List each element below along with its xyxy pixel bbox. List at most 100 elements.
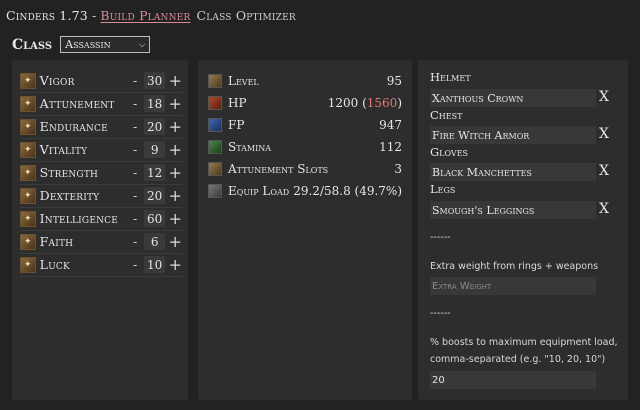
level-icon: [208, 73, 222, 88]
class-row: Class Assassin ⌵: [12, 36, 151, 53]
decrement-button[interactable]: -: [129, 74, 141, 88]
helmet-label: Helmet: [430, 70, 471, 84]
stat-row-faith: ✦ Faith - 6 +: [20, 230, 182, 254]
legs-field[interactable]: Smough's Leggings: [430, 201, 596, 219]
decrement-button[interactable]: -: [129, 120, 141, 134]
increment-button[interactable]: +: [168, 256, 182, 273]
derived-label: HP: [228, 95, 247, 110]
stat-row-dexterity: ✦ Dexterity - 20 +: [20, 184, 182, 208]
clear-gloves-button[interactable]: X: [599, 163, 609, 179]
nav-separator: -: [91, 7, 97, 23]
chevron-down-icon: ⌵: [139, 39, 146, 49]
decrement-button[interactable]: -: [129, 97, 141, 111]
derived-row-stamina: Stamina 112: [208, 136, 402, 157]
stat-value[interactable]: 60: [143, 210, 166, 227]
stamina-icon: [208, 139, 222, 154]
increment-button[interactable]: +: [168, 141, 182, 158]
stat-row-vigor: ✦ Vigor - 30 +: [20, 69, 182, 93]
vigor-icon: ✦: [20, 72, 36, 89]
increment-button[interactable]: +: [168, 187, 182, 204]
derived-value: 947: [379, 117, 402, 132]
increment-button[interactable]: +: [168, 164, 182, 181]
gloves-label: Gloves: [430, 145, 469, 159]
derived-label: FP: [228, 117, 245, 132]
derived-label: Attunement Slots: [228, 161, 329, 176]
top-nav: Cinders 1.73 - Build Planner Class Optim…: [6, 4, 296, 26]
increment-button[interactable]: +: [168, 95, 182, 112]
stat-value[interactable]: 30: [143, 72, 166, 89]
attunement-slots-icon: [208, 161, 222, 176]
increment-button[interactable]: +: [168, 72, 182, 89]
derived-value: 112: [379, 139, 402, 154]
stat-name: Vitality: [39, 142, 88, 157]
helmet-field[interactable]: Xanthous Crown: [430, 89, 596, 107]
derived-stats-panel: Level 95 HP 1200 (1560) FP 947 Stamina 1…: [198, 60, 412, 400]
derived-label: Equip Load: [228, 183, 290, 198]
tab-build-planner[interactable]: Build Planner: [100, 8, 190, 23]
decrement-button[interactable]: -: [129, 143, 141, 157]
derived-label: Stamina: [228, 139, 272, 154]
stat-name: Endurance: [39, 119, 108, 134]
tab-class-optimizer[interactable]: Class Optimizer: [196, 8, 295, 23]
stats-panel: ✦ Vigor - 30 + ✦ Attunement - 18 + ✦ End…: [12, 60, 188, 400]
divider-text: ------: [430, 308, 451, 319]
derived-value: 3: [394, 161, 402, 176]
increment-button[interactable]: +: [168, 233, 182, 250]
derived-label: Level: [228, 73, 259, 88]
stat-name: Attunement: [39, 96, 115, 111]
fp-icon: [208, 117, 222, 132]
intelligence-icon: ✦: [20, 210, 36, 227]
vitality-icon: ✦: [20, 141, 36, 158]
decrement-button[interactable]: -: [129, 212, 141, 226]
clear-helmet-button[interactable]: X: [599, 89, 609, 105]
boost-label-line-1: % boosts to maximum equipment load,: [430, 337, 618, 348]
endurance-icon: ✦: [20, 118, 36, 135]
boost-label-line-2: comma-separated (e.g. "10, 20, 10"): [430, 354, 606, 365]
class-select[interactable]: Assassin ⌵: [60, 36, 151, 53]
stat-name: Luck: [39, 257, 70, 272]
decrement-button[interactable]: -: [129, 235, 141, 249]
stat-row-attunement: ✦ Attunement - 18 +: [20, 92, 182, 116]
legs-label: Legs: [430, 182, 456, 196]
stat-name: Dexterity: [39, 188, 100, 203]
derived-row-fp: FP 947: [208, 114, 402, 135]
extra-weight-label: Extra weight from rings + weapons: [430, 261, 599, 272]
equip-load-icon: [208, 183, 222, 198]
stat-value[interactable]: 10: [143, 256, 166, 273]
decrement-button[interactable]: -: [129, 166, 141, 180]
hp-max-value: 1560: [366, 95, 398, 110]
stat-row-strength: ✦ Strength - 12 +: [20, 161, 182, 185]
increment-button[interactable]: +: [168, 210, 182, 227]
luck-icon: ✦: [20, 256, 36, 273]
chest-field[interactable]: Fire Witch Armor: [430, 126, 596, 144]
clear-chest-button[interactable]: X: [599, 126, 609, 142]
divider-text: ------: [430, 232, 451, 243]
stat-value[interactable]: 20: [143, 118, 166, 135]
stat-value[interactable]: 12: [143, 164, 166, 181]
decrement-button[interactable]: -: [129, 258, 141, 272]
stat-row-luck: ✦ Luck - 10 +: [20, 253, 182, 277]
stat-name: Strength: [39, 165, 99, 180]
extra-weight-input[interactable]: Extra Weight: [430, 277, 596, 295]
stat-value[interactable]: 6: [143, 233, 166, 250]
class-label: Class: [12, 36, 53, 53]
attunement-icon: ✦: [20, 95, 36, 112]
derived-row-level: Level 95: [208, 70, 402, 91]
extra-weight-placeholder: Extra Weight: [432, 280, 492, 292]
gloves-field[interactable]: Black Manchettes: [430, 163, 596, 181]
equipment-panel: Helmet Xanthous Crown X Chest Fire Witch…: [418, 60, 628, 400]
derived-value: 1200 (1560): [327, 95, 402, 110]
boost-input[interactable]: 20: [430, 371, 596, 389]
stat-value[interactable]: 9: [143, 141, 166, 158]
stat-name: Faith: [39, 234, 74, 249]
increment-button[interactable]: +: [168, 118, 182, 135]
clear-legs-button[interactable]: X: [599, 201, 609, 217]
dexterity-icon: ✦: [20, 187, 36, 204]
derived-row-attunement-slots: Attunement Slots 3: [208, 158, 402, 179]
app-title: Cinders 1.73: [6, 7, 88, 23]
strength-icon: ✦: [20, 164, 36, 181]
stat-value[interactable]: 20: [143, 187, 166, 204]
decrement-button[interactable]: -: [129, 189, 141, 203]
derived-row-hp: HP 1200 (1560): [208, 92, 402, 113]
stat-value[interactable]: 18: [143, 95, 166, 112]
